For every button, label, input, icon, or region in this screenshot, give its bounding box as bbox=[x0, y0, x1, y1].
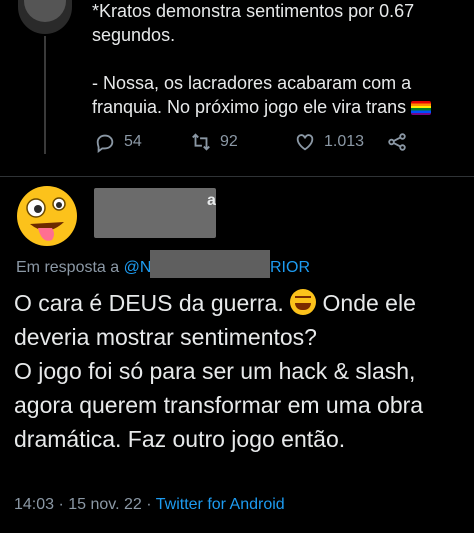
crazy-face-emoji-avatar[interactable] bbox=[12, 182, 82, 250]
reply-prefix: Em resposta a bbox=[16, 259, 124, 276]
reply-button[interactable]: 54 bbox=[94, 131, 190, 153]
rainbow-flag-icon bbox=[411, 101, 432, 115]
share-button[interactable] bbox=[386, 131, 416, 153]
tweet-text: *Kratos demonstra sentimentos por 0.67 s… bbox=[92, 0, 462, 119]
tweet-text-line-1: *Kratos demonstra sentimentos por 0.67 s… bbox=[92, 1, 420, 45]
reply-icon bbox=[96, 134, 114, 153]
mention-link-end[interactable]: RIOR bbox=[270, 259, 310, 277]
tweet-time[interactable]: 14:03 bbox=[14, 496, 54, 513]
divider bbox=[0, 176, 474, 177]
mention-link[interactable]: @N bbox=[124, 259, 152, 276]
heart-icon bbox=[296, 134, 314, 151]
retweet-button[interactable]: 92 bbox=[190, 131, 294, 153]
tweet-text-line-2: - Nossa, os lacradores acabaram com a fr… bbox=[92, 73, 417, 117]
retweet-icon bbox=[192, 133, 210, 151]
reply-tweet-text: O cara é DEUS da guerra. Onde ele deveri… bbox=[14, 286, 464, 456]
share-icon bbox=[388, 133, 406, 151]
rolling-laughing-emoji-icon bbox=[290, 289, 317, 315]
author-name-end: a bbox=[207, 192, 216, 209]
redacted-mention bbox=[150, 250, 270, 278]
like-count: 1.013 bbox=[324, 133, 365, 150]
reply-context: Em resposta a @N bbox=[16, 259, 151, 277]
avatar[interactable] bbox=[18, 0, 72, 34]
like-button[interactable]: 1.013 bbox=[294, 131, 386, 153]
tweet-source-link[interactable]: Twitter for Android bbox=[156, 496, 285, 513]
redacted-name bbox=[94, 188, 216, 238]
reply-count: 54 bbox=[124, 133, 142, 150]
retweet-count: 92 bbox=[220, 133, 238, 150]
tweet-date[interactable]: 15 nov. 22 bbox=[68, 496, 142, 513]
tweet-actions: 54 92 1.013 bbox=[94, 130, 416, 154]
tweet-metadata: 14:03 · 15 nov. 22 · Twitter for Android bbox=[14, 496, 285, 513]
thread-line bbox=[44, 36, 46, 154]
reply-text-part-1: O cara é DEUS da guerra. bbox=[14, 290, 291, 316]
